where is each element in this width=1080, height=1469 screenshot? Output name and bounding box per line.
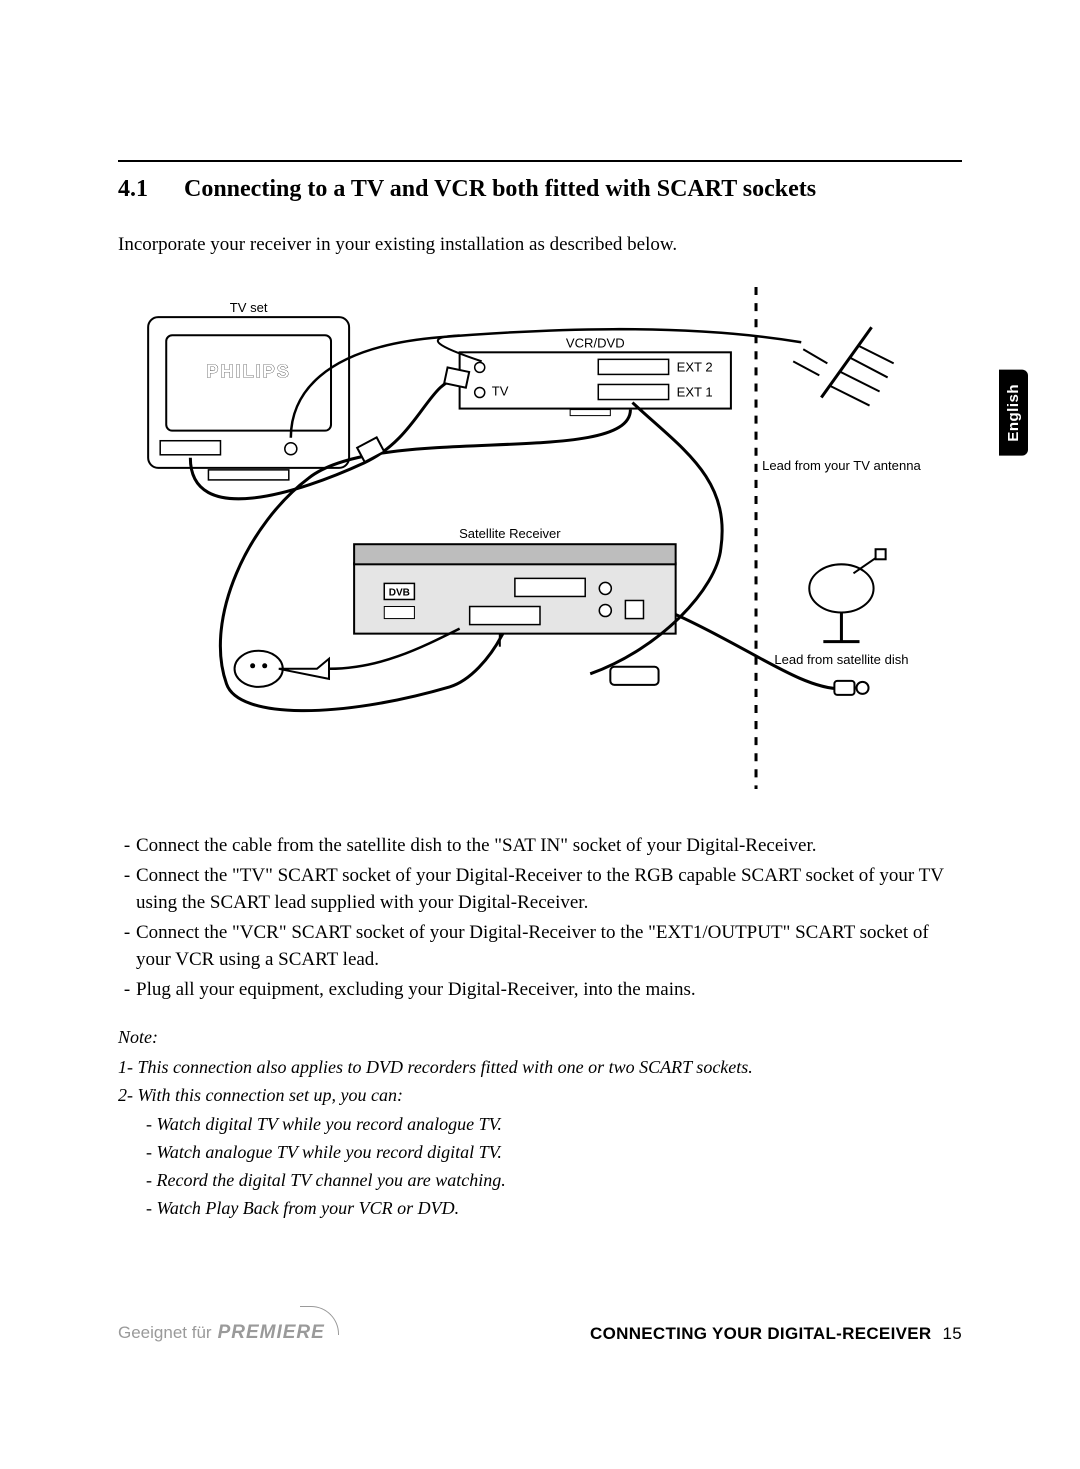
antenna-icon	[793, 327, 893, 405]
list-item: -Connect the cable from the satellite di…	[118, 832, 962, 860]
tv-scart-socket-icon	[160, 440, 220, 454]
vcr-label: VCR/DVD	[566, 335, 625, 350]
satellite-receiver-icon: Satellite Receiver DVB	[354, 526, 676, 647]
vcr-box-icon: VCR/DVD TV EXT 2 EXT 1	[460, 335, 731, 415]
ext2-label: EXT 2	[677, 359, 713, 374]
svg-text:Lead from satellite dish: Lead from satellite dish	[774, 652, 908, 667]
heading-number: 4.1	[118, 174, 178, 205]
note-2-sub: - Watch digital TV while you record anal…	[118, 1111, 962, 1137]
list-item: -Connect the "TV" SCART socket of your D…	[118, 862, 962, 917]
tv-set-icon: TV set PHILIPS	[148, 300, 349, 480]
tv-port-label: TV	[492, 383, 509, 398]
list-item: -Plug all your equipment, excluding your…	[118, 976, 962, 1004]
intro-text: Incorporate your receiver in your existi…	[118, 231, 962, 259]
mains-plug-icon	[235, 650, 329, 686]
notes-block: 1- This connection also applies to DVD r…	[118, 1054, 962, 1221]
footer-left: Geeignet für PREMIERE	[118, 1322, 335, 1344]
top-rule	[118, 160, 962, 162]
instruction-list: -Connect the cable from the satellite di…	[118, 832, 962, 1003]
f-plug-icon	[610, 667, 658, 685]
antenna-lead-label-1: Lead from your TV antenna	[762, 458, 921, 473]
note-2-sub: - Record the digital TV channel you are …	[118, 1167, 962, 1193]
dvb-label: DVB	[389, 587, 410, 598]
section-heading: 4.1 Connecting to a TV and VCR both fitt…	[118, 174, 962, 205]
list-item: -Connect the "VCR" SCART socket of your …	[118, 919, 962, 974]
note-1: 1- This connection also applies to DVD r…	[118, 1054, 962, 1080]
page-number: 15	[942, 1324, 962, 1343]
page-footer: Geeignet für PREMIERE CONNECTING YOUR DI…	[118, 1322, 962, 1344]
geeignet-label: Geeignet für	[118, 1323, 212, 1343]
note-2-sub: - Watch Play Back from your VCR or DVD.	[118, 1195, 962, 1221]
tv-set-label: TV set	[230, 300, 268, 315]
dish-icon	[809, 549, 885, 641]
heading-title: Connecting to a TV and VCR both fitted w…	[184, 176, 816, 202]
note-label: Note:	[118, 1027, 962, 1048]
note-2: 2- With this connection set up, you can:	[118, 1082, 962, 1108]
page: 4.1 Connecting to a TV and VCR both fitt…	[0, 0, 1080, 1469]
premiere-arc-icon	[300, 1306, 339, 1335]
f-connector-icon	[834, 681, 868, 695]
note-2-sub: - Watch analogue TV while you record dig…	[118, 1139, 962, 1165]
connection-diagram: TV set PHILIPS VCR/DVD TV EXT 2 EXT 1	[118, 287, 962, 794]
scart-plug-icon	[444, 367, 469, 387]
satreceiver-label: Satellite Receiver	[459, 526, 561, 541]
ext1-label: EXT 1	[677, 384, 713, 399]
dish-lead-label: Lead from satellite dish	[774, 652, 908, 667]
language-tab: English	[999, 370, 1028, 456]
footer-section: CONNECTING YOUR DIGITAL-RECEIVER	[590, 1324, 931, 1343]
footer-right: CONNECTING YOUR DIGITAL-RECEIVER 15	[590, 1324, 962, 1344]
philips-brand: PHILIPS	[206, 361, 290, 381]
tv-coax-socket-icon	[285, 442, 297, 454]
